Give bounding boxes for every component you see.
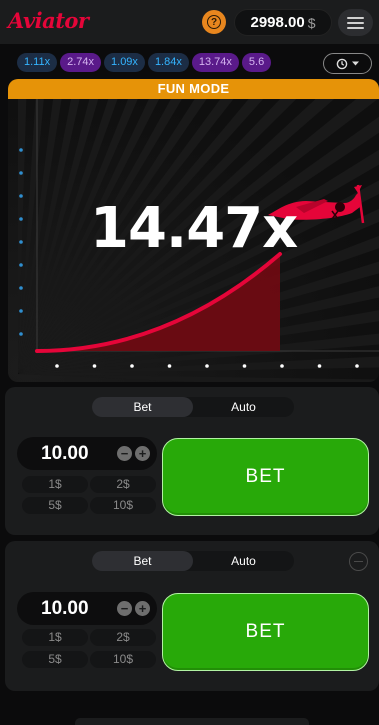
y-axis-dot [19, 309, 23, 313]
x-axis-dot [205, 364, 209, 368]
balance-currency: $ [307, 14, 316, 31]
remove-panel-button[interactable] [349, 552, 368, 571]
multiplier-badge: 1.84x [147, 53, 189, 72]
x-axis-dot [355, 364, 359, 368]
y-axis-dot [19, 263, 23, 267]
multiplier-badge: 1.09x [104, 53, 145, 72]
bet-button[interactable]: BET [162, 438, 369, 516]
minus-icon [354, 560, 363, 563]
x-axis-dot [167, 364, 172, 368]
x-axis-dot [280, 364, 284, 368]
y-axis-dot [19, 286, 23, 290]
quick-bet-1[interactable]: 1$ [22, 629, 88, 646]
help-button[interactable]: ? [202, 10, 226, 34]
y-axis-dot [19, 240, 23, 244]
history-button[interactable] [323, 53, 372, 74]
history-icon [336, 58, 347, 69]
multiplier-badge: 13.74x [191, 53, 239, 72]
minus-icon[interactable]: − [117, 601, 132, 616]
x-axis-dot [130, 364, 134, 368]
tab-bet[interactable]: Bet [92, 551, 193, 571]
y-axis-dot [19, 217, 23, 221]
bet-amount-value[interactable]: 10.00 [41, 598, 89, 620]
chevron-down-icon [351, 61, 359, 66]
quick-bet-10[interactable]: 10$ [90, 651, 156, 668]
tab-auto[interactable]: Auto [193, 551, 294, 571]
y-axis-dot [19, 171, 23, 175]
balance-amount: 2998.00 [250, 14, 305, 31]
game-canvas: FUN MODE 14.47x [8, 79, 379, 382]
bet-amount-stepper[interactable]: 10.00 − + [17, 437, 157, 470]
x-axis-dot [317, 364, 322, 368]
quick-bet-1[interactable]: 1$ [22, 476, 88, 493]
y-axis-dot [19, 194, 23, 198]
current-multiplier: 14.47x [90, 196, 298, 261]
menu-button[interactable] [338, 9, 373, 36]
x-axis-dot [92, 364, 97, 368]
tab-bet[interactable]: Bet [92, 397, 193, 417]
fun-mode-banner: FUN MODE [8, 79, 379, 99]
x-axis-dot [242, 364, 247, 368]
multiplier-badge: 2.74x [60, 53, 102, 72]
minus-icon[interactable]: − [117, 446, 132, 461]
bet-amount-stepper[interactable]: 10.00 − + [17, 592, 157, 625]
bet-panel-2: Bet Auto 10.00 − + 1$ 2$ 5$ 10$ BET [5, 541, 379, 691]
quick-bet-2[interactable]: 2$ [90, 629, 156, 646]
plus-icon[interactable]: + [135, 446, 150, 461]
x-axis-dot [55, 364, 59, 368]
multiplier-history: 1.11x 2.74x 1.09x 1.84x 13.74x 5.6 [17, 53, 317, 73]
plus-icon[interactable]: + [135, 601, 150, 616]
quick-bet-10[interactable]: 10$ [90, 497, 156, 514]
bet-amount-value[interactable]: 10.00 [41, 443, 89, 465]
bottom-panel-edge [75, 718, 309, 725]
bet-button[interactable]: BET [162, 593, 369, 671]
bet-mode-toggle: Bet Auto [92, 397, 294, 417]
bet-panel-1: Bet Auto 10.00 − + 1$ 2$ 5$ 10$ BET [5, 387, 379, 535]
quick-bet-5[interactable]: 5$ [22, 497, 88, 514]
balance-display: 2998.00 $ [234, 9, 332, 36]
multiplier-badge: 1.11x [17, 53, 58, 72]
menu-icon [347, 16, 364, 19]
aviator-logo: Aviator [8, 8, 89, 33]
bet-mode-toggle: Bet Auto [92, 551, 294, 571]
top-bar: Aviator ? 2998.00 $ [0, 0, 379, 44]
quick-bet-2[interactable]: 2$ [90, 476, 156, 493]
quick-bet-5[interactable]: 5$ [22, 651, 88, 668]
y-axis-dot [19, 332, 23, 336]
help-icon: ? [207, 15, 221, 29]
y-axis-dot [19, 148, 23, 152]
tab-auto[interactable]: Auto [193, 397, 294, 417]
multiplier-badge: 5.6 [241, 53, 272, 72]
